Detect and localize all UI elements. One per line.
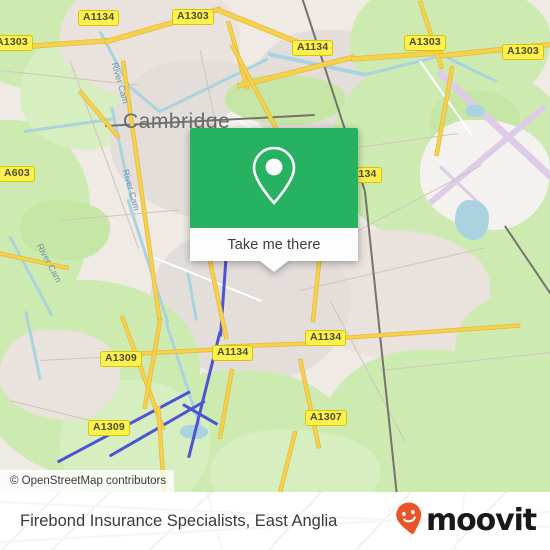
river-label: River Cam [120,168,142,212]
moovit-smiley-pin-icon [394,501,424,542]
moovit-brand[interactable]: moovit [394,501,537,542]
road-shield: A1303 [0,35,33,51]
river-label: River Cam [109,61,131,105]
road-shield: A1309 [100,351,142,367]
road-shield: A1134 [292,40,334,56]
road-shield: A1303 [172,9,214,25]
moovit-wordmark: moovit [425,503,537,538]
road-shield: A1134 [212,345,254,361]
road-shield: A1303 [404,35,446,51]
road-shield: A1134 [78,10,120,26]
road-shield: A1309 [88,420,130,436]
page-footer: Firebond Insurance Specialists, East Ang… [0,492,550,550]
road-shield: A1307 [305,410,347,426]
road-shield: A603 [0,166,35,182]
map-pin-icon [249,145,299,212]
place-title: Firebond Insurance Specialists, East Ang… [20,511,338,530]
road-shield: A1134 [305,330,347,346]
popup-action-area[interactable]: Take me there [190,228,358,261]
river-label: River Cam [34,241,64,285]
popup-pointer [260,261,288,272]
map-page: Cambridge River Cam River Cam River Cam … [0,0,550,550]
osm-attribution[interactable]: © OpenStreetMap contributors [0,470,175,492]
popup-image-area [190,128,358,228]
take-me-there-label: Take me there [227,236,321,253]
location-popup-card[interactable]: Take me there [190,128,358,272]
road-shield: A1303 [502,44,544,60]
